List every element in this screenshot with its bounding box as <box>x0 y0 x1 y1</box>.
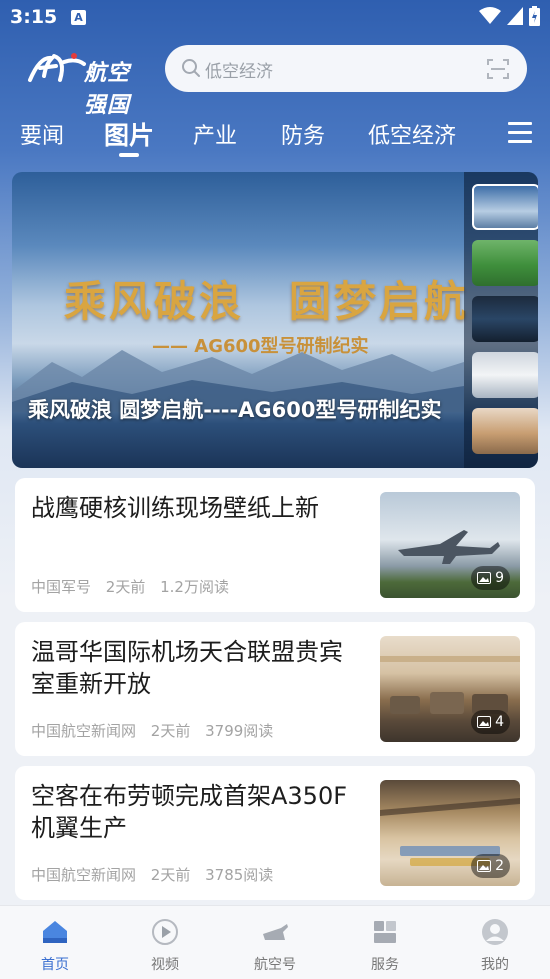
image-count-badge: 2 <box>471 854 510 878</box>
thumbnail-3[interactable] <box>472 296 538 342</box>
image-gallery-icon <box>477 860 492 872</box>
nav-video[interactable]: 视频 <box>125 906 205 979</box>
aircraft-icon <box>263 924 288 940</box>
scan-icon[interactable] <box>487 58 509 80</box>
image-count: 2 <box>495 858 504 874</box>
news-time: 2天前 <box>150 722 191 740</box>
nav-label: 首页 <box>41 957 69 973</box>
news-reads: 1.2万阅读 <box>160 578 229 596</box>
news-meta: 中国航空新闻网 2天前 3799阅读 <box>31 720 283 741</box>
thumbnail-1[interactable] <box>472 184 538 230</box>
news-time: 2天前 <box>105 578 146 596</box>
bottom-nav: 首页 视频 航空号 服务 我的 <box>0 905 550 979</box>
image-count: 9 <box>495 570 504 586</box>
thumbnail-4[interactable] <box>472 352 538 398</box>
news-thumbnail[interactable]: 2 <box>380 780 520 886</box>
tab-defense[interactable]: 防务 <box>281 118 325 150</box>
nav-services[interactable]: 服务 <box>345 906 425 979</box>
news-time: 2天前 <box>150 866 191 884</box>
nav-label: 航空号 <box>254 957 296 973</box>
news-reads: 3785阅读 <box>205 866 274 884</box>
banner-headline: 乘风破浪 圆梦启航 <box>64 277 470 326</box>
image-count: 4 <box>495 714 504 730</box>
news-source: 中国航空新闻网 <box>31 866 137 884</box>
search-icon <box>182 59 200 77</box>
banner-carousel[interactable]: 乘风破浪 圆梦启航 —— AG600型号研制纪实 乘风破浪 圆梦启航----AG… <box>12 172 538 468</box>
image-gallery-icon <box>477 716 492 728</box>
news-title[interactable]: 温哥华国际机场天合联盟贵宾室重新开放 <box>31 636 361 700</box>
nav-label: 视频 <box>151 957 179 973</box>
news-source: 中国军号 <box>31 578 92 596</box>
thumbnail-2[interactable] <box>472 240 538 286</box>
video-play-icon <box>152 919 178 945</box>
banner-caption: 乘风破浪 圆梦启航----AG600型号研制纪实 <box>28 398 442 422</box>
nav-label: 我的 <box>481 957 509 973</box>
logo-mark-icon <box>28 53 86 82</box>
cell-signal-icon <box>507 7 523 25</box>
active-tab-indicator <box>119 153 139 157</box>
nav-label: 服务 <box>371 957 399 973</box>
news-reads: 3799阅读 <box>205 722 274 740</box>
thumbnail-strip <box>464 172 538 468</box>
news-title[interactable]: 空客在布劳顿完成首架A350F机翼生产 <box>31 780 361 844</box>
home-icon <box>43 921 67 943</box>
banner-subtitle: —— AG600型号研制纪实 <box>152 336 369 357</box>
category-tabs: 要闻 图片 产业 防务 低空经济 <box>0 110 550 160</box>
image-count-badge: 4 <box>471 710 510 734</box>
news-thumbnail[interactable]: 9 <box>380 492 520 598</box>
news-card[interactable]: 空客在布劳顿完成首架A350F机翼生产 中国航空新闻网 2天前 3785阅读 2 <box>15 766 535 900</box>
news-thumbnail[interactable]: 4 <box>380 636 520 742</box>
status-icons <box>479 6 540 26</box>
thumbnail-5[interactable] <box>472 408 538 454</box>
tab-low-altitude[interactable]: 低空经济 <box>368 118 456 150</box>
nav-aviation-account[interactable]: 航空号 <box>235 906 315 979</box>
menu-icon[interactable] <box>508 122 532 144</box>
news-title[interactable]: 战鹰硬核训练现场壁纸上新 <box>31 492 361 524</box>
news-card[interactable]: 战鹰硬核训练现场壁纸上新 中国军号 2天前 1.2万阅读 9 <box>15 478 535 612</box>
a-notification-icon: A <box>71 10 86 25</box>
image-count-badge: 9 <box>471 566 510 590</box>
search-bar[interactable]: 低空经济 <box>165 45 527 92</box>
news-card[interactable]: 温哥华国际机场天合联盟贵宾室重新开放 中国航空新闻网 2天前 3799阅读 4 <box>15 622 535 756</box>
news-meta: 中国军号 2天前 1.2万阅读 <box>31 576 239 597</box>
nav-home[interactable]: 首页 <box>15 906 95 979</box>
battery-icon <box>529 6 540 26</box>
user-icon <box>482 919 508 945</box>
tab-industry[interactable]: 产业 <box>193 118 237 150</box>
news-meta: 中国航空新闻网 2天前 3785阅读 <box>31 864 283 885</box>
status-bar: 3:15 A <box>0 0 550 36</box>
app-logo: 航空强国 <box>26 50 146 118</box>
status-time: 3:15 <box>10 6 58 28</box>
news-source: 中国航空新闻网 <box>31 722 137 740</box>
services-grid-icon <box>374 921 396 943</box>
tab-news[interactable]: 要闻 <box>20 118 64 150</box>
nav-profile[interactable]: 我的 <box>455 906 535 979</box>
tab-pictures[interactable]: 图片 <box>104 116 154 152</box>
image-gallery-icon <box>477 572 492 584</box>
search-input[interactable]: 低空经济 <box>205 57 273 82</box>
wifi-icon <box>479 7 501 24</box>
